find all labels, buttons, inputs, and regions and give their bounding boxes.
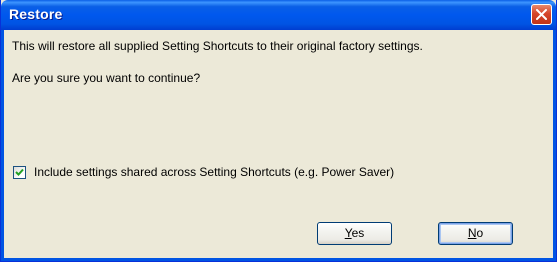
- window-frame-left: [1, 30, 4, 261]
- close-icon: [536, 9, 547, 20]
- close-button[interactable]: [531, 4, 552, 25]
- window-frame-right: [553, 30, 556, 261]
- restore-dialog: Restore This will restore all supplied S…: [0, 0, 557, 262]
- yes-accelerator: Y: [344, 226, 352, 240]
- no-label-rest: o: [476, 226, 484, 240]
- no-button[interactable]: No: [438, 222, 513, 245]
- include-shared-settings-checkbox[interactable]: [13, 165, 26, 179]
- checkmark-icon: [15, 168, 24, 176]
- dialog-title: Restore: [9, 6, 63, 22]
- yes-button[interactable]: Yes: [317, 222, 392, 245]
- confirm-question: Are you sure you want to continue?: [12, 71, 201, 85]
- include-shared-settings-option[interactable]: Include settings shared across Setting S…: [13, 164, 394, 180]
- title-bar[interactable]: Restore: [1, 0, 556, 30]
- window-frame-bottom: [1, 258, 556, 261]
- include-shared-settings-label[interactable]: Include settings shared across Setting S…: [34, 165, 394, 179]
- yes-label-rest: es: [351, 226, 365, 240]
- restore-message: This will restore all supplied Setting S…: [12, 39, 423, 53]
